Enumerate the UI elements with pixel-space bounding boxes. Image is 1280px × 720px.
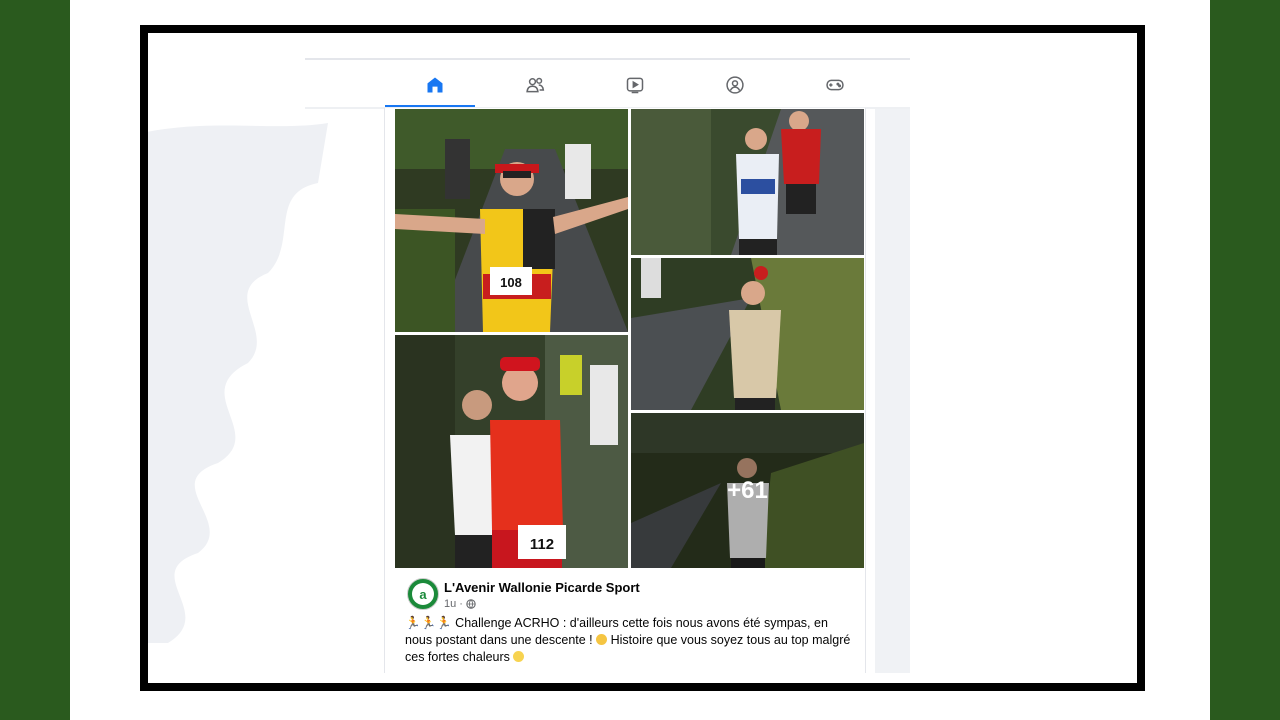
post-author-avatar-wrap: a [407, 578, 439, 610]
groups-icon [726, 75, 744, 94]
top-divider [305, 58, 910, 60]
runner-photo [631, 109, 864, 255]
left-green-border [0, 0, 70, 720]
globe-icon [466, 599, 476, 609]
feed-background-right [875, 108, 910, 673]
runner-photo: 108 [395, 109, 628, 332]
more-photos-count: +61 [727, 476, 768, 504]
screenshot-frame: ▪ ▪ [140, 25, 1145, 691]
runner-photo: 112 [395, 335, 628, 568]
tab-gaming[interactable] [785, 61, 885, 108]
home-icon [427, 77, 443, 92]
post-photo-4[interactable]: 112 [395, 335, 628, 568]
post-photo-3[interactable] [631, 258, 864, 410]
post-photo-1[interactable]: 108 [395, 109, 628, 332]
runner-photo [631, 258, 864, 410]
svg-text:108: 108 [500, 275, 522, 290]
right-green-border [1210, 0, 1280, 720]
post-author-name[interactable]: L'Avenir Wallonie Picarde Sport [444, 580, 640, 595]
video-icon [626, 77, 644, 93]
post-timestamp[interactable]: 1u · [444, 598, 463, 610]
tab-groups[interactable] [685, 61, 785, 108]
top-navigation-bar [385, 61, 910, 108]
background-ghost-shape [148, 123, 328, 643]
post-text: 🏃🏃🏃 Challenge ACRHO : d'ailleurs cette f… [405, 615, 855, 666]
avatar[interactable]: a [407, 578, 439, 610]
friends-icon [526, 77, 545, 92]
avatar-letter: a [412, 583, 434, 605]
grimace-emoji-icon [596, 634, 608, 645]
post-photo-2[interactable] [631, 109, 864, 255]
sun-emoji-icon [513, 651, 525, 662]
tab-video[interactable] [585, 61, 685, 108]
svg-text:112: 112 [530, 536, 554, 553]
gaming-icon [826, 79, 844, 90]
post-photo-5[interactable]: +61 [631, 413, 864, 568]
runner-emoji-icon: 🏃🏃🏃 [405, 616, 452, 630]
tab-home[interactable] [385, 61, 485, 108]
tab-friends[interactable] [485, 61, 585, 108]
post-meta: 1u · [444, 598, 476, 610]
more-photos-overlay[interactable]: +61 [631, 413, 864, 568]
